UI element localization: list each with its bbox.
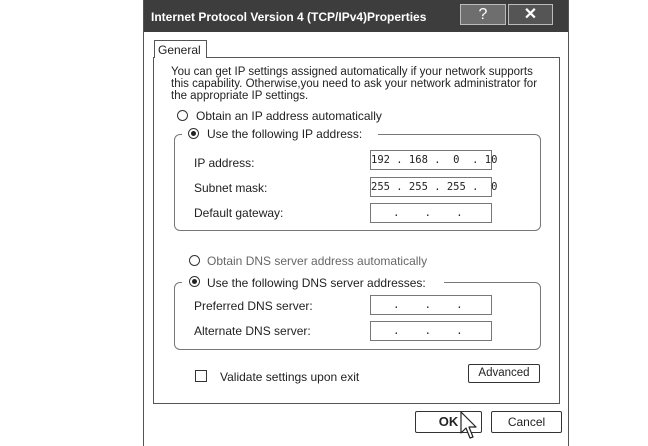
- use-following-ip-label[interactable]: Use the following IP address:: [207, 127, 362, 141]
- tab-general[interactable]: General: [154, 40, 207, 58]
- intro-line: You can get IP settings assigned automat…: [171, 66, 533, 78]
- ip-address-field[interactable]: 192 . 168 . 0 . 10: [370, 150, 497, 170]
- window-title: Internet Protocol Version 4 (TCP/IPv4)Pr…: [151, 10, 427, 24]
- preferred-dns-field[interactable]: . . .: [370, 295, 492, 315]
- default-gateway-label: Default gateway:: [194, 206, 284, 220]
- subnet-mask-field[interactable]: 255 . 255 . 255 . 0: [370, 177, 497, 197]
- use-following-dns-label[interactable]: Use the following DNS server addresses:: [207, 276, 426, 290]
- use-following-dns-radio[interactable]: [189, 276, 200, 287]
- intro-text: You can get IP settings assigned automat…: [171, 66, 561, 102]
- tcpip-properties-dialog: Internet Protocol Version 4 (TCP/IPv4)Pr…: [143, 0, 569, 446]
- use-following-ip-radio[interactable]: [188, 128, 199, 139]
- preferred-dns-label: Preferred DNS server:: [194, 299, 313, 313]
- help-button[interactable]: ?: [460, 4, 506, 25]
- validate-label[interactable]: Validate settings upon exit: [220, 370, 359, 384]
- title-bar[interactable]: Internet Protocol Version 4 (TCP/IPv4)Pr…: [144, 0, 568, 32]
- alternate-dns-label: Alternate DNS server:: [194, 324, 311, 338]
- obtain-dns-auto-label[interactable]: Obtain DNS server address automatically: [207, 254, 427, 268]
- validate-checkbox[interactable]: [195, 370, 207, 382]
- ip-address-label: IP address:: [194, 156, 255, 170]
- obtain-dns-auto-radio[interactable]: [189, 255, 200, 266]
- subnet-mask-label: Subnet mask:: [194, 181, 268, 195]
- intro-line: the appropriate IP settings.: [171, 90, 309, 102]
- obtain-ip-auto-label[interactable]: Obtain an IP address automatically: [196, 109, 382, 123]
- alternate-dns-field[interactable]: . . .: [370, 321, 492, 341]
- mouse-pointer-icon: [460, 411, 477, 439]
- close-button[interactable]: ✕: [508, 4, 553, 25]
- cancel-button[interactable]: Cancel: [491, 411, 562, 433]
- close-icon: ✕: [523, 6, 538, 23]
- advanced-button[interactable]: Advanced: [468, 364, 540, 383]
- default-gateway-field[interactable]: . . .: [370, 203, 492, 223]
- obtain-ip-auto-radio[interactable]: [177, 110, 188, 121]
- help-icon: ?: [478, 6, 488, 23]
- intro-line: this capability. Otherwise,you need to a…: [171, 78, 538, 90]
